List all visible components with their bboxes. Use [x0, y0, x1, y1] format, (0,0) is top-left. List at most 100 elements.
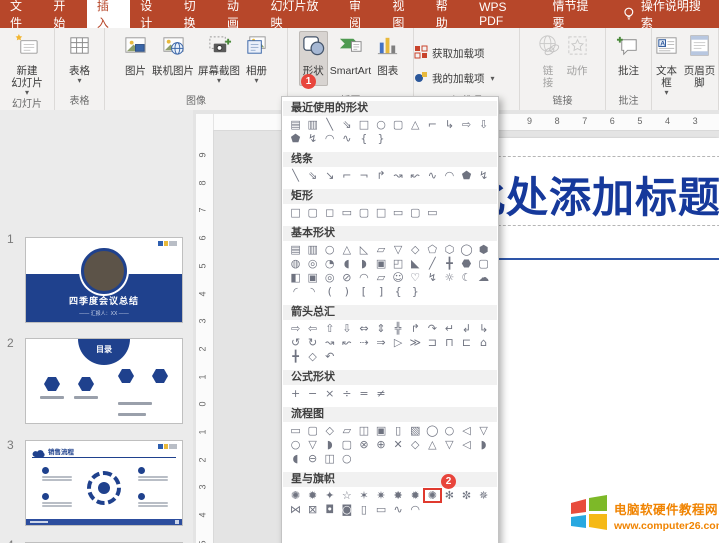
- shape-cell[interactable]: ☁: [475, 271, 492, 284]
- shape-cell[interactable]: ○: [441, 424, 458, 437]
- button-页眉页脚[interactable]: 页眉页脚: [681, 31, 718, 91]
- shape-cell[interactable]: ▣: [304, 271, 321, 284]
- shape-cell[interactable]: ◧: [287, 271, 304, 284]
- shape-cell[interactable]: ▥: [304, 118, 321, 131]
- shape-cell[interactable]: ▢: [304, 206, 321, 219]
- shape-cell[interactable]: ⇨: [287, 322, 304, 335]
- shape-cell[interactable]: ◗: [355, 257, 372, 270]
- shape-cell[interactable]: ▽: [475, 424, 492, 437]
- shape-cell[interactable]: ✶: [355, 489, 372, 502]
- shape-cell[interactable]: ↜: [407, 169, 424, 182]
- shape-cell[interactable]: ○: [372, 118, 389, 131]
- shape-cell[interactable]: ◠: [355, 271, 372, 284]
- shape-cell[interactable]: ▢: [338, 438, 355, 451]
- shape-cell[interactable]: ▭: [390, 206, 407, 219]
- shape-cell[interactable]: ▣: [372, 257, 389, 270]
- shape-cell[interactable]: ◜: [287, 285, 304, 298]
- shape-cell[interactable]: ⊓: [441, 336, 458, 349]
- shape-cell[interactable]: ◇: [304, 350, 321, 363]
- shape-cell[interactable]: ⌂: [475, 336, 492, 349]
- shape-cell[interactable]: ▣: [372, 424, 389, 437]
- shape-cell[interactable]: ✷: [372, 489, 389, 502]
- shape-cell[interactable]: ◯: [458, 243, 475, 256]
- shape-cell[interactable]: (: [321, 285, 338, 298]
- tab-插入[interactable]: 插入: [87, 0, 130, 28]
- shape-cell[interactable]: ⊕: [372, 438, 389, 451]
- shape-cell[interactable]: ⬟: [287, 132, 304, 145]
- shape-cell[interactable]: ╱: [424, 257, 441, 270]
- shape-cell[interactable]: ╬: [390, 322, 407, 335]
- shape-cell[interactable]: ↯: [424, 271, 441, 284]
- shape-cell[interactable]: □: [287, 206, 304, 219]
- shape-cell[interactable]: ☺: [390, 271, 407, 284]
- tell-me-search[interactable]: 操作说明搜索: [615, 0, 719, 28]
- shape-cell[interactable]: ÷: [338, 387, 355, 400]
- slide-title-text[interactable]: 此处添加标题: [463, 164, 719, 225]
- shape-cell[interactable]: ⬢: [475, 243, 492, 256]
- shape-cell[interactable]: ◎: [304, 257, 321, 270]
- shape-cell[interactable]: △: [424, 438, 441, 451]
- shape-cell[interactable]: ◯: [424, 424, 441, 437]
- shape-cell[interactable]: ◰: [390, 257, 407, 270]
- shape-cell[interactable]: ↺: [287, 336, 304, 349]
- slide-thumbnail-panel[interactable]: 1 四季度会议总结 —— 汇报人：XX —— 2 目录 3 销售流程: [0, 110, 194, 543]
- shape-cell[interactable]: ∿: [424, 169, 441, 182]
- shape-cell[interactable]: ◠: [441, 169, 458, 182]
- shape-cell[interactable]: □: [372, 206, 389, 219]
- shape-cell[interactable]: ⊐: [424, 336, 441, 349]
- shape-cell[interactable]: ⬡: [441, 243, 458, 256]
- shape-cell[interactable]: ⇦: [304, 322, 321, 335]
- shape-cell[interactable]: ): [338, 285, 355, 298]
- shape-cell[interactable]: ○: [338, 452, 355, 465]
- shape-cell[interactable]: ╲: [287, 169, 304, 182]
- shape-cell[interactable]: ⊘: [338, 271, 355, 284]
- button-我的加载项[interactable]: 我的加载项▾: [414, 70, 495, 87]
- shape-cell[interactable]: ∿: [338, 132, 355, 145]
- button-表格[interactable]: 表格▾: [65, 31, 94, 86]
- shape-cell[interactable]: ◁: [458, 438, 475, 451]
- shape-cell[interactable]: △: [407, 118, 424, 131]
- shape-cell[interactable]: ▭: [338, 206, 355, 219]
- shape-cell[interactable]: ◻: [321, 206, 338, 219]
- shape-cell[interactable]: {: [390, 285, 407, 298]
- button-屏幕截图[interactable]: 屏幕截图▾: [196, 31, 242, 86]
- shape-cell[interactable]: ◍: [287, 257, 304, 270]
- shape-cell[interactable]: ↱: [372, 169, 389, 182]
- button-文本框[interactable]: A文本框▾: [652, 31, 681, 98]
- shape-cell[interactable]: ▢: [407, 206, 424, 219]
- shape-cell[interactable]: □: [355, 118, 372, 131]
- shape-cell[interactable]: ◇: [407, 438, 424, 451]
- shape-cell[interactable]: ◗: [321, 438, 338, 451]
- shape-cell[interactable]: ◝: [304, 285, 321, 298]
- shape-cell[interactable]: ≫: [407, 336, 424, 349]
- shape-cell[interactable]: ◫: [355, 424, 372, 437]
- shape-cell[interactable]: ⬟: [458, 169, 475, 182]
- button-联机图片[interactable]: 联机图片: [150, 31, 196, 79]
- shape-cell[interactable]: ◎: [321, 271, 338, 284]
- tab-审阅[interactable]: 审阅: [339, 0, 382, 28]
- shape-cell[interactable]: ⌐: [424, 118, 441, 131]
- shape-cell[interactable]: [: [355, 285, 372, 298]
- shape-cell[interactable]: ↷: [424, 322, 441, 335]
- shape-cell[interactable]: ↶: [321, 350, 338, 363]
- shape-cell[interactable]: ✹: [407, 489, 424, 502]
- shape-cell[interactable]: ▢: [304, 424, 321, 437]
- tab-WPS PDF[interactable]: WPS PDF: [469, 0, 542, 28]
- shape-cell[interactable]: ⇧: [321, 322, 338, 335]
- shape-cell[interactable]: ↜: [338, 336, 355, 349]
- shape-cell[interactable]: ◺: [355, 243, 372, 256]
- shape-cell[interactable]: ⊗: [355, 438, 372, 451]
- shape-cell[interactable]: ⇔: [355, 322, 372, 335]
- tab-切换[interactable]: 切换: [174, 0, 217, 28]
- shape-cell[interactable]: ↝: [390, 169, 407, 182]
- shape-cell[interactable]: ⇩: [338, 322, 355, 335]
- shape-cell[interactable]: ◔: [321, 257, 338, 270]
- shape-cell[interactable]: ✸: [390, 489, 407, 502]
- shape-cell[interactable]: ▢: [390, 118, 407, 131]
- shape-cell[interactable]: ↝: [321, 336, 338, 349]
- shape-cell[interactable]: ⇨: [458, 118, 475, 131]
- shape-cell[interactable]: ⇘: [304, 169, 321, 182]
- shape-cell[interactable]: ↯: [304, 132, 321, 145]
- shape-cell[interactable]: ]: [372, 285, 389, 298]
- shape-cell[interactable]: ▭: [287, 424, 304, 437]
